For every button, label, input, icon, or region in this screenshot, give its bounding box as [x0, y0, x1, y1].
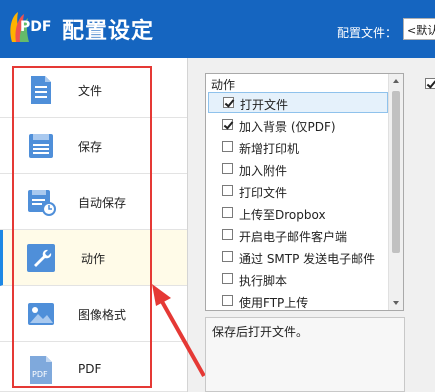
action-label: 执行脚本 [239, 274, 288, 288]
save-icon [29, 134, 53, 158]
action-label: 新增打印机 [239, 142, 300, 156]
svg-text:PDF: PDF [32, 370, 48, 379]
action-checkbox[interactable] [222, 163, 233, 174]
action-label: 上传至Dropbox [239, 208, 326, 222]
list-item[interactable]: 执行脚本 [208, 269, 388, 290]
image-icon [28, 303, 54, 325]
action-checkbox[interactable] [222, 141, 233, 152]
action-description-panel: 保存后打开文件。 [205, 317, 405, 392]
sidebar-item-label: 图像格式 [78, 308, 127, 322]
action-checkbox[interactable] [222, 229, 233, 240]
sidebar-item-image-format[interactable]: 图像格式 [0, 286, 187, 342]
actions-list-header: 动作 [211, 78, 236, 92]
sidebar-item-label: PDF [78, 362, 102, 376]
list-item[interactable]: 开启电子邮件客户端 [208, 225, 388, 246]
list-item[interactable]: 加入附件 [208, 159, 388, 180]
autosave-icon [28, 190, 56, 216]
actions-list[interactable]: 动作 打开文件 加入背景 (仅PDF) 新增打印机 加入附件 打印文件 上传至D… [205, 73, 404, 311]
profile-select[interactable]: <默认 [403, 18, 435, 40]
list-scrollbar[interactable] [388, 74, 403, 310]
action-checkbox[interactable] [222, 207, 233, 218]
document-icon [31, 76, 51, 104]
header-bar: PDF 配置设定 配置文件： <默认 [0, 0, 435, 58]
page-title: 配置设定 [62, 19, 155, 44]
scroll-down-icon[interactable] [389, 295, 403, 310]
action-label: 加入附件 [239, 164, 288, 178]
action-checkbox[interactable] [222, 273, 233, 284]
action-checkbox[interactable] [222, 119, 233, 130]
action-description: 保存后打开文件。 [212, 325, 309, 339]
sidebar-item-autosave[interactable]: 自动保存 [0, 174, 187, 230]
action-label: 打印文件 [239, 186, 288, 200]
logo-text: PDF [20, 19, 52, 35]
sidebar-item-label: 保存 [78, 140, 103, 154]
action-label: 打开文件 [240, 98, 289, 112]
scroll-thumb[interactable] [392, 91, 400, 253]
profile-label: 配置文件： [337, 26, 398, 40]
sidebar-item-file[interactable]: 文件 [0, 62, 187, 118]
action-checkbox[interactable] [223, 97, 234, 108]
sidebar-item-actions[interactable]: 动作 [0, 230, 187, 286]
action-label: 使用FTP上传 [239, 296, 309, 310]
action-label: 开启电子邮件客户端 [239, 230, 348, 244]
scroll-up-icon[interactable] [389, 74, 403, 89]
sidebar-item-pdf[interactable]: PDF PDF [0, 342, 187, 392]
list-item[interactable]: 打开文件 [208, 92, 388, 113]
settings-checkbox[interactable] [425, 78, 435, 89]
pdf-file-icon: PDF [30, 356, 52, 384]
sidebar-item-label: 动作 [81, 252, 106, 266]
list-item[interactable]: 加入背景 (仅PDF) [208, 115, 388, 136]
sidebar: 文件 保存 自动保存 动作 图像格式 PDF PDF [0, 58, 188, 392]
action-checkbox[interactable] [222, 295, 233, 306]
action-checkbox[interactable] [222, 185, 233, 196]
action-label: 加入背景 (仅PDF) [239, 120, 336, 134]
action-checkbox[interactable] [222, 251, 233, 262]
list-item[interactable]: 上传至Dropbox [208, 203, 388, 224]
action-label: 通过 SMTP 发送电子邮件 [239, 252, 376, 266]
sidebar-item-label: 文件 [78, 84, 103, 98]
list-item[interactable]: 通过 SMTP 发送电子邮件 [208, 247, 388, 268]
wrench-icon [27, 244, 55, 272]
list-item[interactable]: 使用FTP上传 [208, 291, 388, 310]
sidebar-item-label: 自动保存 [78, 196, 127, 210]
list-item[interactable]: 打印文件 [208, 181, 388, 202]
sidebar-item-save[interactable]: 保存 [0, 118, 187, 174]
list-item[interactable]: 新增打印机 [208, 137, 388, 158]
